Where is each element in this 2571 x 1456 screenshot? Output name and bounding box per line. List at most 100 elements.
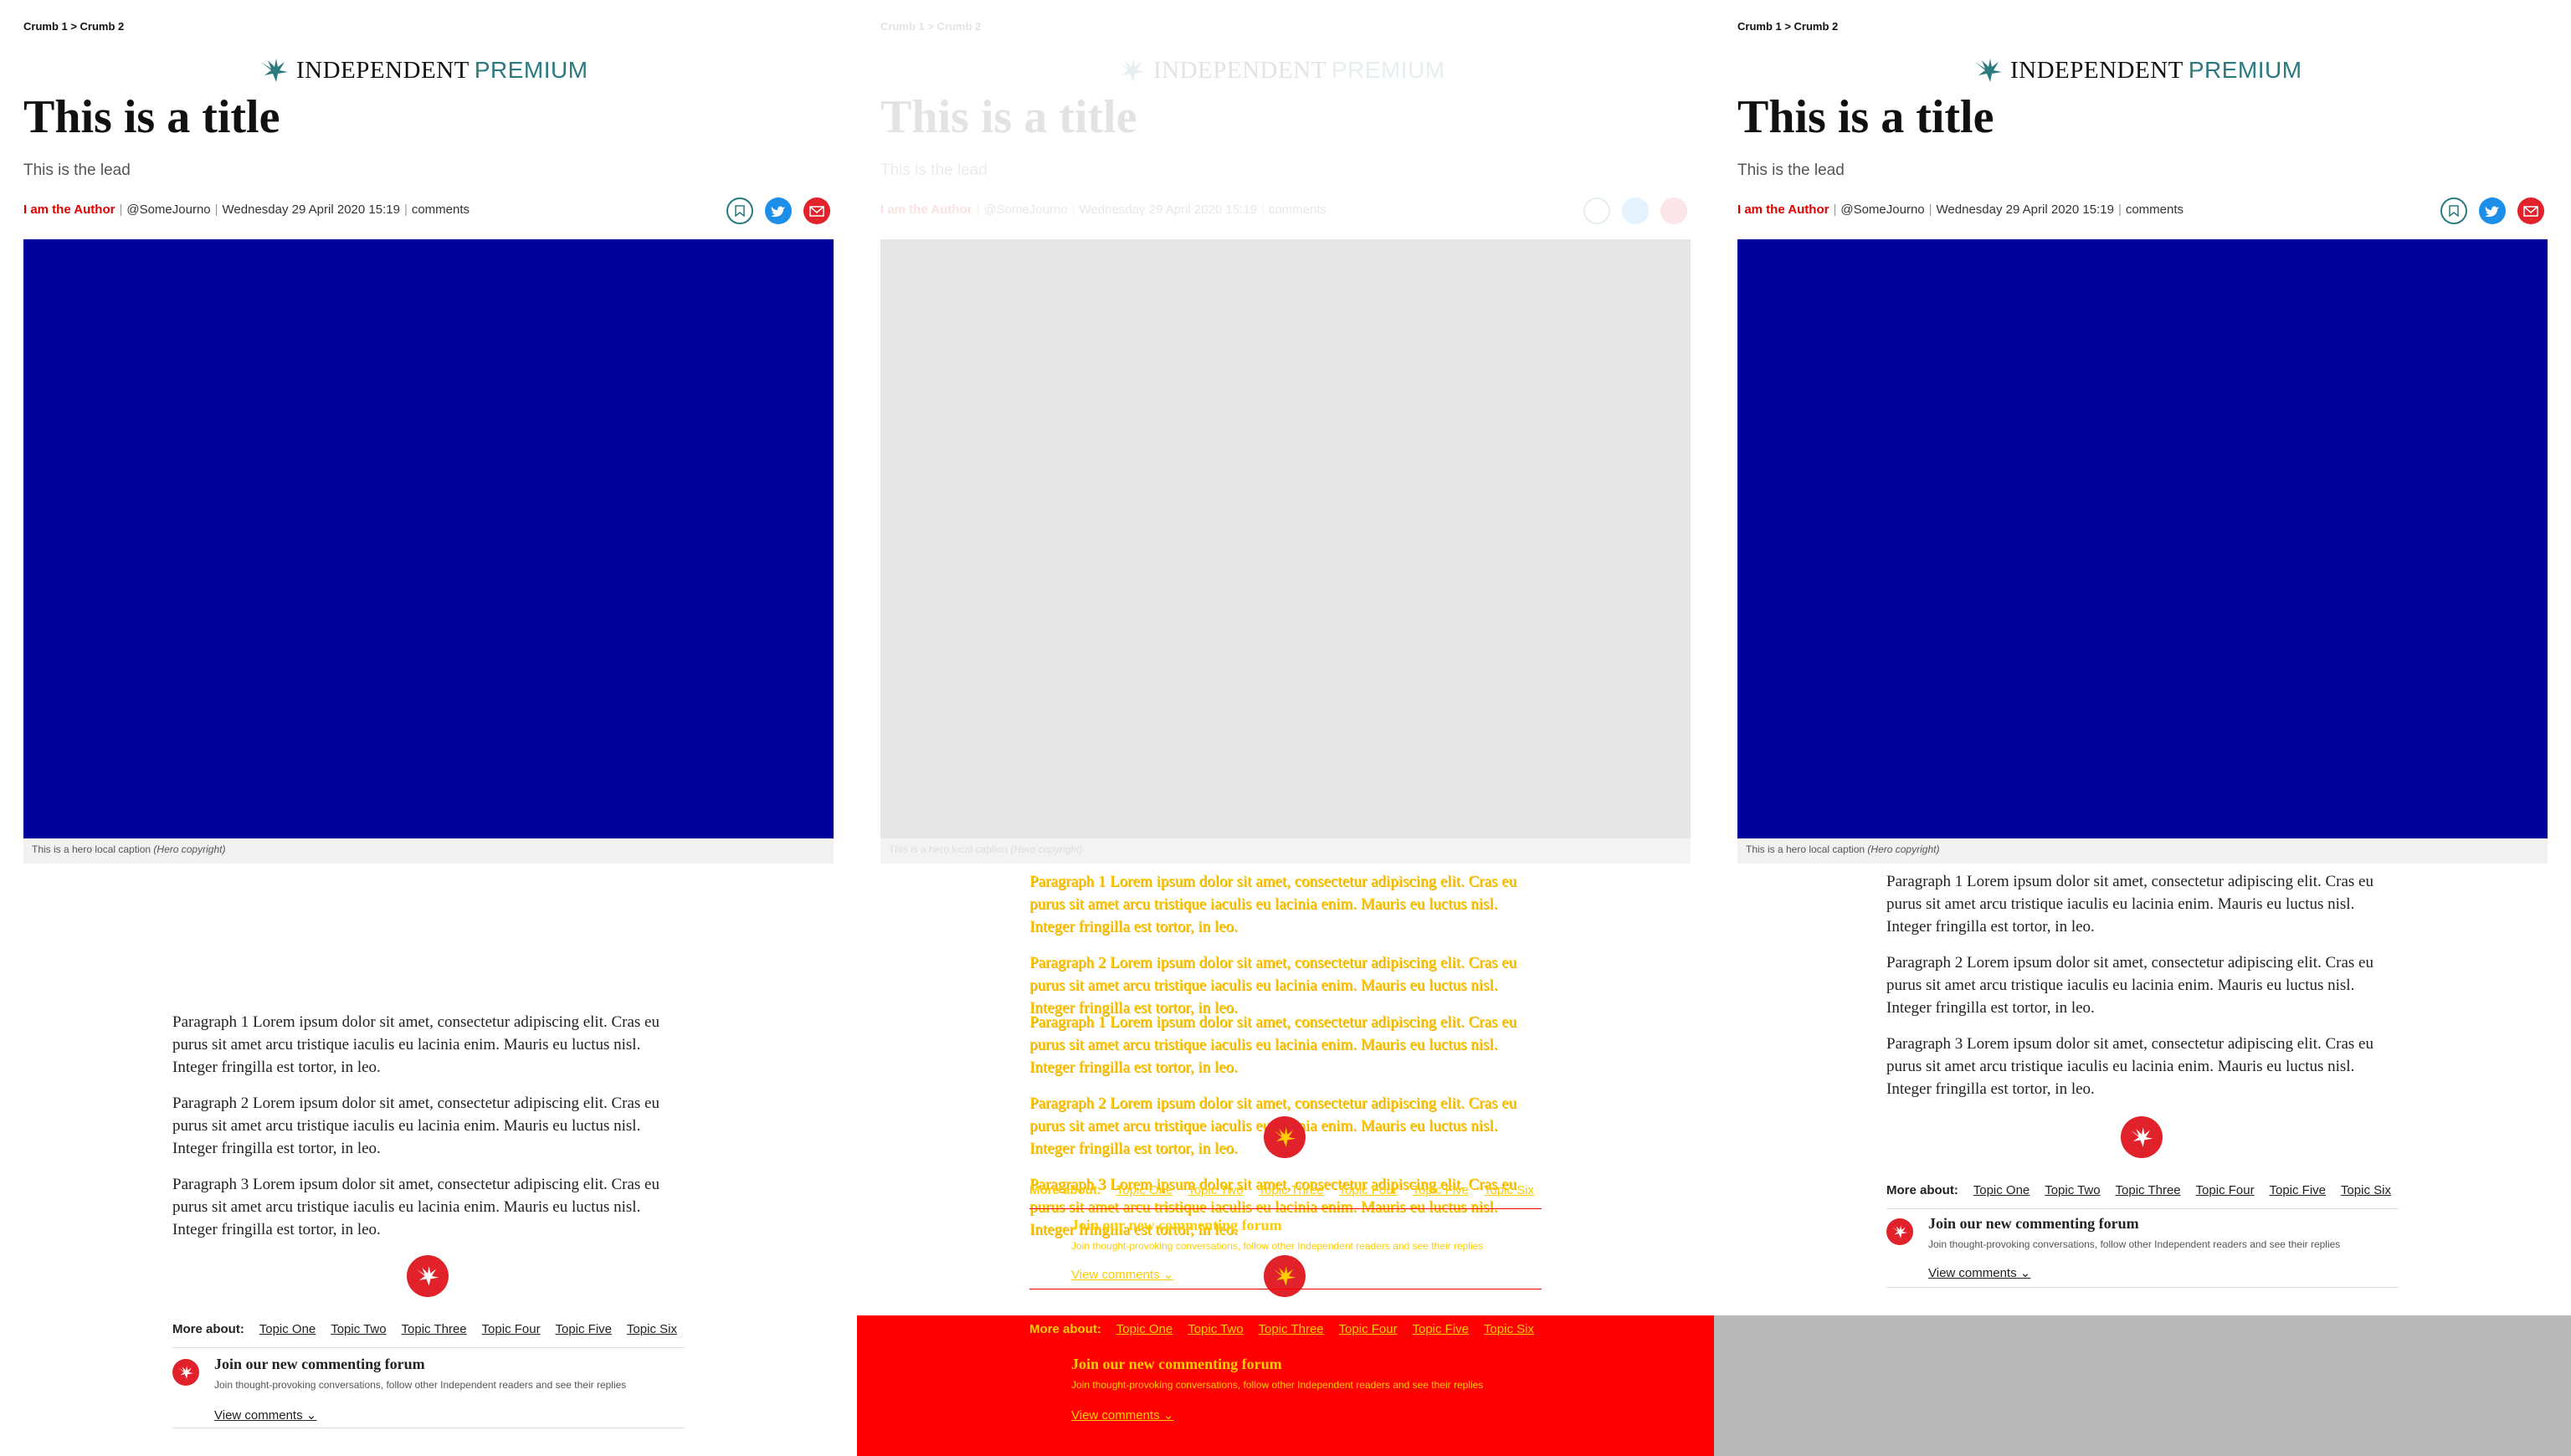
paragraph-1: Paragraph 1 Lorem ipsum dolor sit amet, … (1029, 873, 1516, 936)
topic-link-4[interactable]: Topic Four (482, 1322, 541, 1336)
topic-link-1[interactable]: Topic One (1973, 1183, 2030, 1197)
author-handle[interactable]: @SomeJourno (126, 203, 210, 217)
paragraph-2: Paragraph 2 Lorem ipsum dolor sit amet, … (172, 1095, 659, 1157)
article-lead: This is the lead (1737, 161, 1845, 179)
forum-title: Join our new commenting forum (1071, 1217, 1282, 1233)
article-lead: This is the lead (880, 161, 988, 179)
bookmark-icon[interactable] (2440, 197, 2467, 224)
topic-link-6[interactable]: Topic Six (1484, 1183, 1534, 1197)
breadcrumb[interactable]: Crumb 1 > Crumb 2 (23, 20, 124, 33)
more-about: More about: Topic One Topic Two Topic Th… (172, 1322, 689, 1336)
topic-link-3[interactable]: Topic Three (1259, 1183, 1324, 1197)
more-about: More about: Topic One Topic Two Topic Th… (1029, 1322, 1534, 1336)
topic-link-6[interactable]: Topic Six (2341, 1183, 2391, 1197)
paragraph-3: Paragraph 3 Lorem ipsum dolor sit amet, … (1886, 1035, 2373, 1098)
topic-link-2[interactable]: Topic Two (2045, 1183, 2100, 1197)
author-link[interactable]: I am the Author (1737, 203, 1829, 217)
chevron-down-icon: ⌄ (2019, 1266, 2031, 1280)
hero-image (1737, 239, 2548, 838)
bookmark-icon[interactable] (1583, 197, 1610, 224)
view-comments-button[interactable]: View comments ⌄ (214, 1407, 316, 1423)
breadcrumb[interactable]: Crumb 1 > Crumb 2 (1737, 20, 1838, 33)
forum-subtitle: Join thought-provoking conversations, fo… (1071, 1379, 1484, 1391)
eagle-emblem-icon (1264, 1116, 1306, 1158)
paragraph-1: Paragraph 1 Lorem ipsum dolor sit amet, … (1029, 1013, 1516, 1076)
forum-subtitle: Join thought-provoking conversations, fo… (1071, 1240, 1484, 1252)
eagle-logo-icon (261, 59, 288, 82)
author-handle[interactable]: @SomeJourno (1840, 203, 1924, 217)
topic-link-3[interactable]: Topic Three (2116, 1183, 2181, 1197)
site-logo[interactable]: INDEPENDENT PREMIUM (1973, 54, 2302, 87)
twitter-icon[interactable] (765, 197, 792, 224)
breadcrumb[interactable]: Crumb 1 > Crumb 2 (880, 20, 981, 33)
author-link[interactable]: I am the Author (880, 203, 972, 217)
share-bar (2440, 197, 2544, 224)
logo-suffix: PREMIUM (2188, 57, 2302, 83)
divider (172, 1347, 685, 1348)
byline: I am the Author | @SomeJourno | Wednesday 29… (1737, 203, 2184, 217)
bookmark-icon[interactable] (726, 197, 753, 224)
hero-caption: This is a hero local caption (Hero copyr… (1737, 838, 2548, 864)
eagle-emblem-icon (2121, 1116, 2163, 1158)
site-logo[interactable]: INDEPENDENT PREMIUM (259, 54, 588, 87)
share-bar (1583, 197, 1687, 224)
panel-diff: Crumb 1 > Crumb 2 INDEPENDENT PREMIUM Th… (857, 0, 1714, 1456)
topic-link-1[interactable]: Topic One (1116, 1183, 1173, 1197)
hero-image (23, 239, 834, 838)
publish-date: Wednesday 29 April 2020 15:19 (1936, 203, 2114, 217)
article-body: Paragraph 1 Lorem ipsum dolor sit amet, … (172, 1011, 685, 1254)
topic-link-6[interactable]: Topic Six (627, 1322, 677, 1336)
more-about: More about: Topic One Topic Two Topic Th… (1886, 1183, 2403, 1197)
topic-link-4[interactable]: Topic Four (1339, 1183, 1398, 1197)
twitter-icon[interactable] (1622, 197, 1649, 224)
forum-title: Join our new commenting forum (1928, 1215, 2139, 1232)
panel-expected: Crumb 1 > Crumb 2 INDEPENDENT PREMIUM Th… (0, 0, 857, 1456)
author-link[interactable]: I am the Author (23, 203, 115, 217)
mail-icon[interactable] (2517, 197, 2544, 224)
mail-icon[interactable] (1660, 197, 1687, 224)
forum-eagle-icon (1886, 1218, 1913, 1245)
article-title: This is a title (1737, 91, 1994, 143)
forum-title: Join our new commenting forum (214, 1356, 425, 1372)
view-comments-button[interactable]: View comments ⌄ (1928, 1265, 2030, 1280)
paragraph-3: Paragraph 3 Lorem ipsum dolor sit amet, … (172, 1176, 659, 1238)
author-handle[interactable]: @SomeJourno (983, 203, 1067, 217)
paragraph-2: Paragraph 2 Lorem ipsum dolor sit amet, … (1029, 954, 1516, 1017)
chevron-down-icon: ⌄ (305, 1408, 317, 1423)
comments-link[interactable]: comments (1269, 203, 1327, 217)
topic-link-2[interactable]: Topic Two (331, 1322, 386, 1336)
logo-text: INDEPENDENT (2010, 56, 2184, 84)
topic-link-4[interactable]: Topic Four (2196, 1183, 2255, 1197)
forum-subtitle: Join thought-provoking conversations, fo… (1928, 1238, 2341, 1250)
more-about-label: More about: (1886, 1183, 1958, 1197)
twitter-icon[interactable] (2479, 197, 2506, 224)
publish-date: Wednesday 29 April 2020 15:19 (1079, 203, 1257, 217)
topic-link-2[interactable]: Topic Two (1188, 1183, 1243, 1197)
panel-actual: Crumb 1 > Crumb 2 INDEPENDENT PREMIUM Th… (1714, 0, 2571, 1456)
topic-link-1[interactable]: Topic One (259, 1322, 316, 1336)
hero-copyright: (Hero copyright) (1867, 843, 1940, 855)
topic-link-5[interactable]: Topic Five (2269, 1183, 2326, 1197)
divider (1029, 1208, 1542, 1209)
hero-image-placeholder (880, 239, 1691, 838)
article-body: Paragraph 1 Lorem ipsum dolor sit amet, … (1886, 870, 2399, 1114)
view-comments-button[interactable]: View comments ⌄ (1071, 1267, 1173, 1282)
comments-link[interactable]: comments (2126, 203, 2184, 217)
comments-link[interactable]: comments (412, 203, 470, 217)
logo-suffix: PREMIUM (474, 57, 588, 83)
eagle-logo-icon (1975, 59, 2002, 82)
article-body-shifted: Paragraph 1 Lorem ipsum dolor sit amet, … (1029, 870, 1542, 1033)
hero-caption: This is a hero local caption (Hero copyr… (880, 838, 1691, 864)
site-logo[interactable]: INDEPENDENT PREMIUM (1116, 54, 1445, 87)
topic-link-5[interactable]: Topic Five (1412, 1183, 1469, 1197)
empty-area (1714, 1315, 2571, 1456)
mail-icon[interactable] (803, 197, 830, 224)
topic-link-5[interactable]: Topic Five (555, 1322, 612, 1336)
paragraph-1: Paragraph 1 Lorem ipsum dolor sit amet, … (172, 1013, 659, 1076)
more-about: More about: Topic One Topic Two Topic Th… (1029, 1183, 1546, 1197)
logo-text: INDEPENDENT (1153, 56, 1327, 84)
view-comments-button[interactable]: View comments ⌄ (1071, 1407, 1173, 1423)
logo-suffix: PREMIUM (1331, 57, 1445, 83)
topic-link-3[interactable]: Topic Three (402, 1322, 467, 1336)
eagle-emblem-icon (1264, 1255, 1306, 1297)
